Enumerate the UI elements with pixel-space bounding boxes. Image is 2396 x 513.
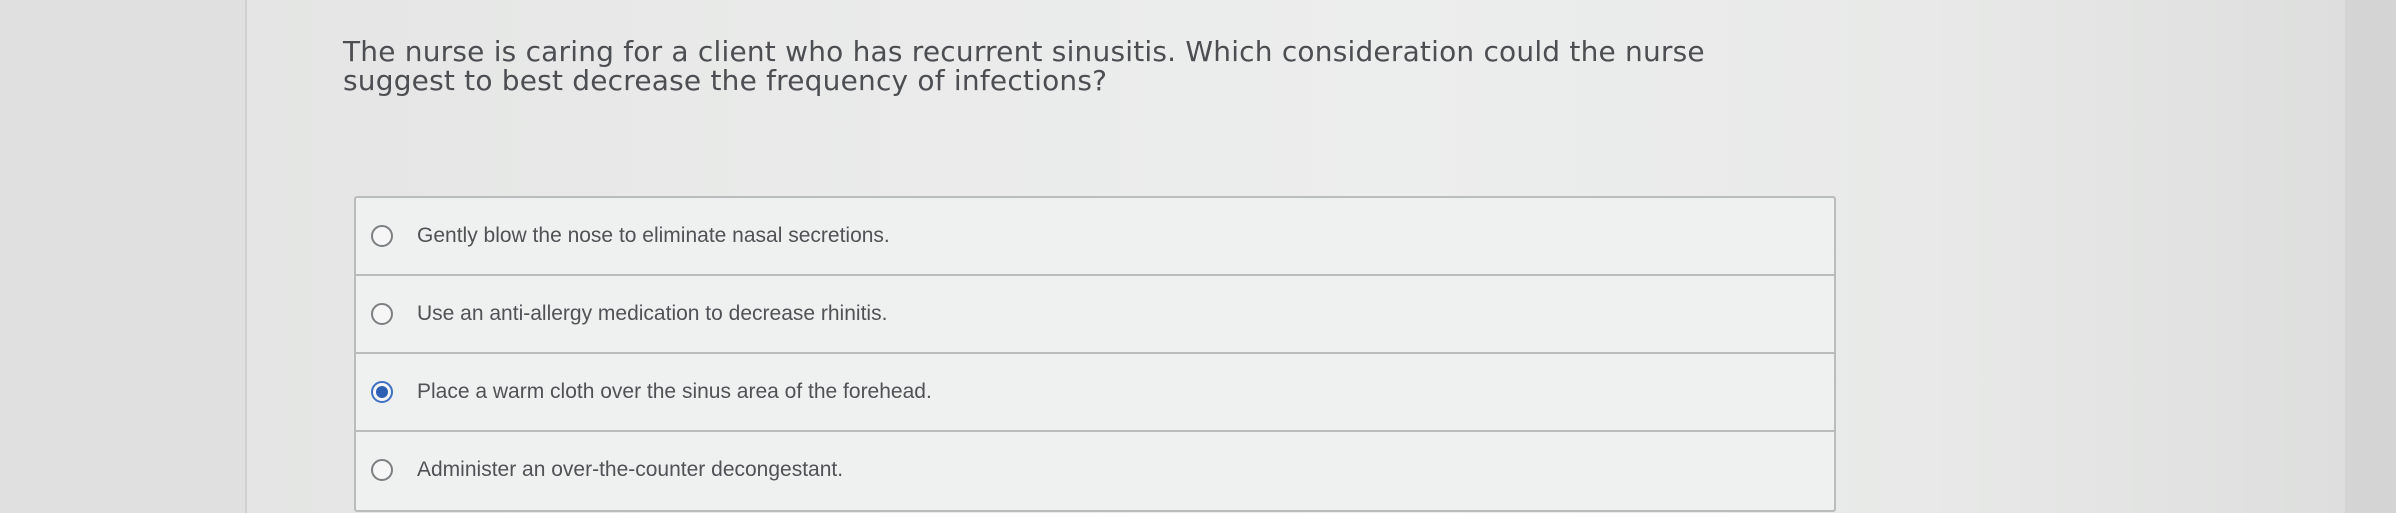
answer-option-label: Gently blow the nose to eliminate nasal … (417, 224, 890, 247)
answer-option-label: Administer an over-the-counter decongest… (417, 458, 844, 481)
answer-option-label: Place a warm cloth over the sinus area o… (417, 380, 932, 403)
question-text: The nurse is caring for a client who has… (343, 35, 1705, 97)
radio-button-3-selected[interactable] (371, 381, 393, 403)
answer-option-label: Use an anti-allergy medication to decrea… (417, 302, 888, 325)
radio-button-4[interactable] (371, 459, 393, 481)
radio-button-1[interactable] (371, 225, 393, 247)
answer-option-3[interactable]: Place a warm cloth over the sinus area o… (356, 354, 1834, 432)
radio-button-2[interactable] (371, 303, 393, 325)
answer-option-2[interactable]: Use an anti-allergy medication to decrea… (356, 276, 1834, 354)
answer-option-4[interactable]: Administer an over-the-counter decongest… (356, 432, 1834, 508)
answer-option-1[interactable]: Gently blow the nose to eliminate nasal … (356, 198, 1834, 276)
answer-options: Gently blow the nose to eliminate nasal … (354, 196, 1836, 512)
right-margin (2345, 0, 2396, 513)
